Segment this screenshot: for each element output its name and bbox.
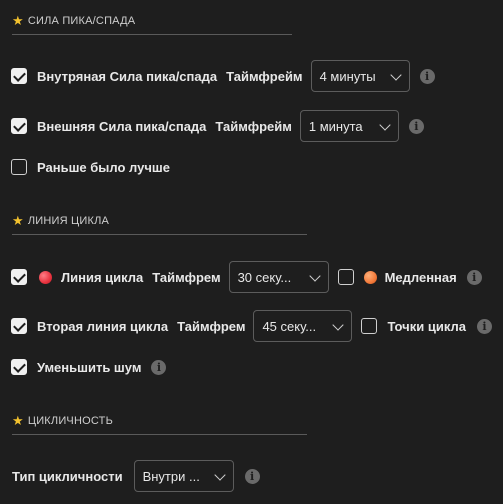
section-header-cycle-line: ★ ЛИНИЯ ЦИКЛА [12, 214, 109, 227]
section-title: ЦИКЛИЧНОСТЬ [27, 414, 113, 427]
slow-label: Медленная [384, 269, 457, 285]
row-second-cycle: Вторая линия цикла Таймфрем 45 секу... Т… [11, 310, 492, 342]
row-outer-peak: Внешняя Сила пика/спада Таймфрейм 1 мину… [11, 110, 424, 142]
star-icon: ★ [12, 413, 24, 428]
cycle-line-label: Линия цикла [61, 269, 144, 285]
chevron-down-icon [213, 469, 226, 481]
cycle-points-label: Точки цикла [387, 318, 466, 334]
info-icon[interactable]: i [466, 269, 482, 285]
cycle-line-checkbox[interactable] [11, 269, 27, 285]
reduce-noise-label: Уменьшить шум [37, 359, 142, 375]
second-cycle-timeframe-select[interactable]: 45 секу... [253, 310, 353, 342]
row-inner-peak: Внутряная Сила пика/спада Таймфрейм 4 ми… [11, 60, 435, 92]
timeframe-label: Таймфрем [152, 269, 221, 285]
star-icon: ★ [12, 213, 24, 228]
timeframe-label: Таймфрейм [215, 118, 292, 134]
row-cycle-line: Линия цикла Таймфрем 30 секу... Медленна… [11, 261, 482, 293]
info-icon[interactable]: i [244, 468, 260, 484]
section-header-peak: ★ СИЛА ПИКА/СПАДА [12, 14, 135, 27]
cycle-line-timeframe-select[interactable]: 30 секу... [228, 261, 329, 293]
info-icon[interactable]: i [151, 359, 167, 375]
second-cycle-checkbox[interactable] [11, 318, 27, 334]
cyclicity-type-label: Тип цикличности [12, 468, 123, 484]
cyclicity-type-select[interactable]: Внутри ... [133, 460, 234, 492]
section-header-cyclicity: ★ ЦИКЛИЧНОСТЬ [12, 414, 113, 427]
info-icon[interactable]: i [476, 318, 492, 334]
outer-peak-checkbox[interactable] [11, 118, 27, 134]
chevron-down-icon [308, 270, 321, 282]
inner-peak-label: Внутряная Сила пика/спада [37, 68, 218, 84]
chevron-down-icon [389, 69, 402, 81]
row-earlier: Раньше было лучше [11, 159, 170, 175]
outer-timeframe-select[interactable]: 1 минута [299, 110, 399, 142]
select-value: 45 секу... [262, 318, 317, 334]
timeframe-label: Таймфрейм [226, 68, 303, 84]
outer-peak-label: Внешняя Сила пика/спада [37, 118, 207, 134]
row-cyclicity-type: Тип цикличности Внутри ... i [11, 460, 260, 492]
divider [12, 434, 307, 435]
row-reduce-noise: Уменьшить шум i [11, 359, 167, 375]
red-dot-icon [39, 270, 52, 284]
info-icon[interactable]: i [419, 68, 435, 84]
chevron-down-icon [332, 319, 345, 331]
chevron-down-icon [379, 119, 391, 131]
inner-timeframe-select[interactable]: 4 минуты [310, 60, 410, 92]
section-title: ЛИНИЯ ЦИКЛА [27, 214, 110, 227]
star-icon: ★ [12, 13, 24, 28]
divider [12, 34, 292, 35]
orange-dot-icon [363, 270, 377, 284]
second-cycle-label: Вторая линия цикла [37, 318, 169, 334]
select-value: 1 минута [308, 118, 363, 134]
select-value: 30 секу... [237, 269, 292, 285]
timeframe-label: Таймфрем [177, 318, 246, 334]
slow-checkbox[interactable] [337, 269, 354, 285]
info-icon[interactable]: i [408, 118, 424, 134]
earlier-checkbox[interactable] [11, 159, 27, 175]
earlier-label: Раньше было лучше [37, 159, 170, 175]
select-value: Внутри ... [142, 468, 200, 484]
inner-peak-checkbox[interactable] [11, 68, 27, 84]
divider [12, 234, 307, 235]
cycle-points-checkbox[interactable] [361, 318, 378, 334]
section-title: СИЛА ПИКА/СПАДА [27, 14, 136, 27]
select-value: 4 минуты [319, 68, 376, 84]
reduce-noise-checkbox[interactable] [11, 359, 27, 375]
